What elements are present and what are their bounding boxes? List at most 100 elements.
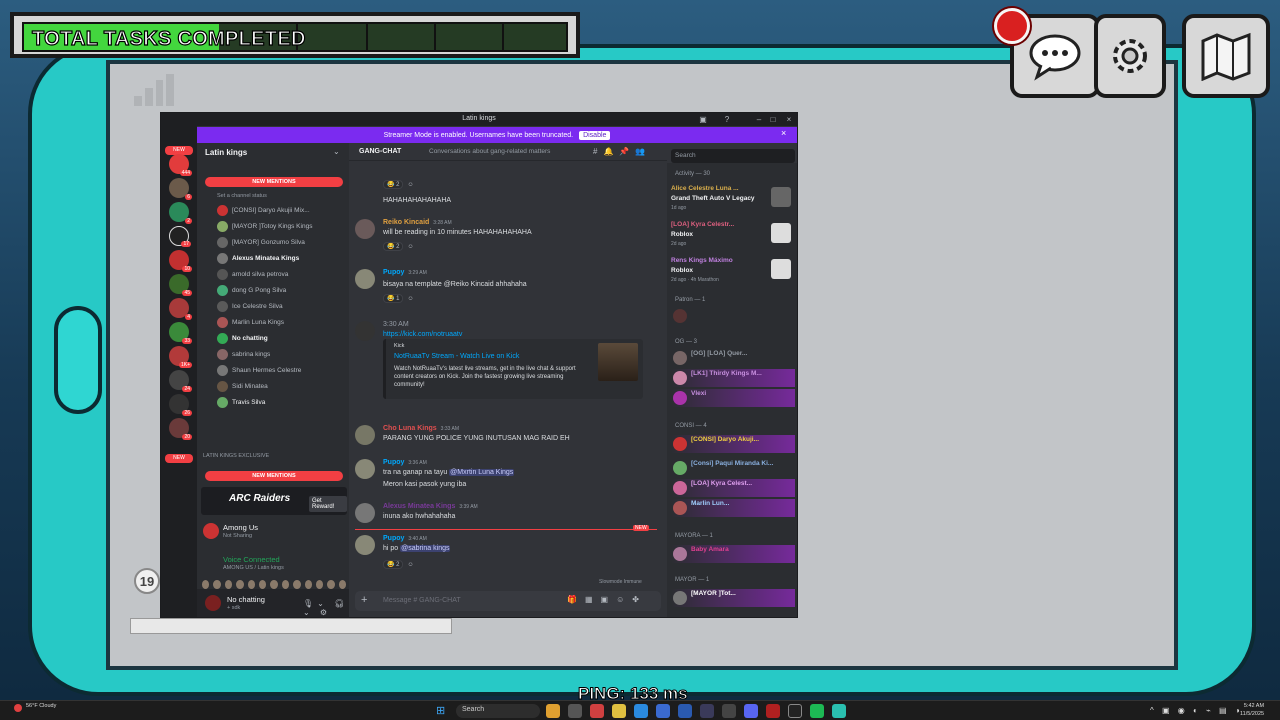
app-icon[interactable] xyxy=(832,704,846,718)
server-icon[interactable]: 10 xyxy=(169,250,192,272)
header-icons[interactable]: #🔔📌👥 xyxy=(593,147,651,156)
input-icons[interactable]: 🎁▦▣☺✤ xyxy=(567,595,647,604)
message-author[interactable]: Cho Luna Kings 3:33 AM xyxy=(383,425,459,432)
new-mentions-pill[interactable]: NEW MENTIONS xyxy=(205,177,343,187)
voice-user[interactable]: Ice Celestre Silva xyxy=(217,299,345,313)
server-icon[interactable]: 444 xyxy=(169,154,192,176)
discord-icon[interactable] xyxy=(744,704,758,718)
voice-user[interactable]: sabrina kings xyxy=(217,347,345,361)
message-author[interactable]: Alexus Minatea Kings 3:39 AM xyxy=(383,503,478,510)
voice-user[interactable]: dong G Pong Silva xyxy=(217,283,345,297)
map-button[interactable] xyxy=(1182,14,1270,98)
avatar[interactable] xyxy=(355,425,375,445)
reaction[interactable]: 😂 2 ☺ xyxy=(383,179,414,190)
activity-card[interactable]: [LOA] Kyra Celestr... Roblox 2d ago xyxy=(671,221,795,255)
promo-banner[interactable]: ARC Raiders Get Reward! xyxy=(201,487,347,515)
server-name[interactable]: Latin kings xyxy=(205,148,247,157)
tablet-side-button[interactable] xyxy=(54,306,102,414)
maximize-button[interactable]: □ xyxy=(767,114,779,125)
category-label[interactable]: LATIN KINGS EXCLUSIVE xyxy=(203,453,269,459)
embed-thumbnail[interactable] xyxy=(598,343,638,381)
member-row[interactable]: [MAYOR ]Tot... xyxy=(671,589,795,607)
server-icon[interactable]: 24 xyxy=(169,370,192,392)
app-icon[interactable] xyxy=(766,704,780,718)
avatar[interactable] xyxy=(355,503,375,523)
member-row[interactable]: [OG] [LOA] Quer... xyxy=(671,349,795,367)
settings-button[interactable] xyxy=(1094,14,1166,98)
member-row[interactable]: Marlin Lun... xyxy=(671,499,795,517)
message-author[interactable]: Reiko Kincaid 3:28 AM xyxy=(383,219,452,226)
message-author[interactable]: Pupoy 3:40 AM xyxy=(383,535,427,542)
app-icon[interactable] xyxy=(656,704,670,718)
member-row[interactable] xyxy=(671,307,795,325)
get-reward-button[interactable]: Get Reward! xyxy=(309,496,347,512)
disable-button[interactable]: Disable xyxy=(579,130,611,140)
avatar[interactable] xyxy=(355,269,375,289)
inbox-icon[interactable]: ▣ xyxy=(697,114,709,125)
user-controls[interactable]: 🎙︎⌄ 🎧︎⌄ ⚙ xyxy=(303,599,349,617)
voice-user[interactable]: [MAYOR] Gonzumo Silva xyxy=(217,235,345,249)
message-author[interactable]: Pupoy 3:29 AM xyxy=(383,269,427,276)
server-icon[interactable]: 1K+ xyxy=(169,346,192,368)
chevron-down-icon[interactable]: ⌄ xyxy=(333,147,340,156)
new-mentions-pill[interactable]: NEW MENTIONS xyxy=(205,471,343,481)
app-icon[interactable] xyxy=(568,704,582,718)
mention[interactable]: @Mxrtin Luna Kings xyxy=(449,469,515,476)
member-row[interactable]: [Consi] Paqui Miranda Ki... xyxy=(671,459,795,477)
activity-card[interactable]: Alice Celestre Luna ... Grand Theft Auto… xyxy=(671,185,795,219)
app-icon[interactable] xyxy=(788,704,802,718)
plus-icon[interactable]: + xyxy=(361,594,367,606)
edge-icon[interactable] xyxy=(634,704,648,718)
member-row[interactable]: Baby Amara xyxy=(671,545,795,563)
voice-user[interactable]: Alexus Minatea Kings xyxy=(217,251,345,265)
app-icon[interactable] xyxy=(546,704,560,718)
taskbar-search[interactable]: Search xyxy=(456,704,540,718)
channel-topic[interactable]: Conversations about gang-related matters xyxy=(429,148,550,155)
voice-user[interactable]: arnold silva petrova xyxy=(217,267,345,281)
voice-connected-label[interactable]: Voice Connected xyxy=(223,555,280,564)
message-author[interactable]: Pupoy 3:36 AM xyxy=(383,459,427,466)
server-icon[interactable]: 6 xyxy=(169,178,192,200)
close-button[interactable]: × xyxy=(783,114,795,125)
voice-user[interactable]: Marlin Luna Kings xyxy=(217,315,345,329)
member-row[interactable]: [LOA] Kyra Celest... xyxy=(671,479,795,497)
message-input[interactable]: + Message # GANG-CHAT 🎁▦▣☺✤ xyxy=(355,591,661,611)
voice-user[interactable]: No chatting xyxy=(217,331,345,345)
app-icon[interactable] xyxy=(678,704,692,718)
member-row[interactable]: Vlexi xyxy=(671,389,795,407)
server-icon[interactable]: 4 xyxy=(169,298,192,320)
avatar[interactable] xyxy=(205,595,221,611)
avatar[interactable] xyxy=(355,535,375,555)
avatar[interactable] xyxy=(355,321,375,341)
app-icon[interactable] xyxy=(590,704,604,718)
reaction[interactable]: 😂 2 ☺ xyxy=(383,241,414,252)
avatar[interactable] xyxy=(355,219,375,239)
search-input[interactable]: Search xyxy=(671,149,795,163)
voice-user[interactable]: Travis Silva xyxy=(217,395,345,409)
banner-close-icon[interactable]: × xyxy=(781,128,786,138)
member-row[interactable]: [CONSI] Daryo Akuji... xyxy=(671,435,795,453)
member-row[interactable]: [LK1] Thirdy Kings M... xyxy=(671,369,795,387)
server-icon[interactable]: 26 xyxy=(169,394,192,416)
avatar[interactable] xyxy=(355,459,375,479)
message-link[interactable]: https://kick.com/notruaatv xyxy=(383,331,462,338)
steam-icon[interactable] xyxy=(700,704,714,718)
voice-user[interactable]: Sidi Minatea xyxy=(217,379,345,393)
server-icon[interactable]: 2 xyxy=(169,202,192,224)
system-tray[interactable]: ^ ▣ ◉ ◐ ⌁ ▤ ◑ xyxy=(1150,706,1243,715)
weather-widget[interactable]: 56°F Cloudy xyxy=(26,703,56,710)
spotify-icon[interactable] xyxy=(810,704,824,718)
server-icon[interactable]: 17 xyxy=(169,226,191,247)
embed-title[interactable]: NotRuaaTv Stream - Watch Live on Kick xyxy=(394,353,519,360)
reaction[interactable]: 😂 1 ☺ xyxy=(383,293,414,304)
minimize-button[interactable]: – xyxy=(753,114,765,125)
server-icon[interactable]: 20 xyxy=(169,418,192,440)
app-icon[interactable] xyxy=(722,704,736,718)
clock[interactable]: 5:42 AM 11/5/2025 xyxy=(1240,702,1264,718)
voice-user[interactable]: [CONSI] Daryo Akujii Mix... xyxy=(217,203,345,217)
voice-user[interactable]: Shaun Hermes Celestre xyxy=(217,363,345,377)
server-icon[interactable]: 45 xyxy=(169,274,192,296)
set-status-link[interactable]: Set a channel status xyxy=(217,193,267,199)
help-icon[interactable]: ? xyxy=(721,114,733,125)
reaction[interactable]: 😂 2 ☺ xyxy=(383,559,414,570)
